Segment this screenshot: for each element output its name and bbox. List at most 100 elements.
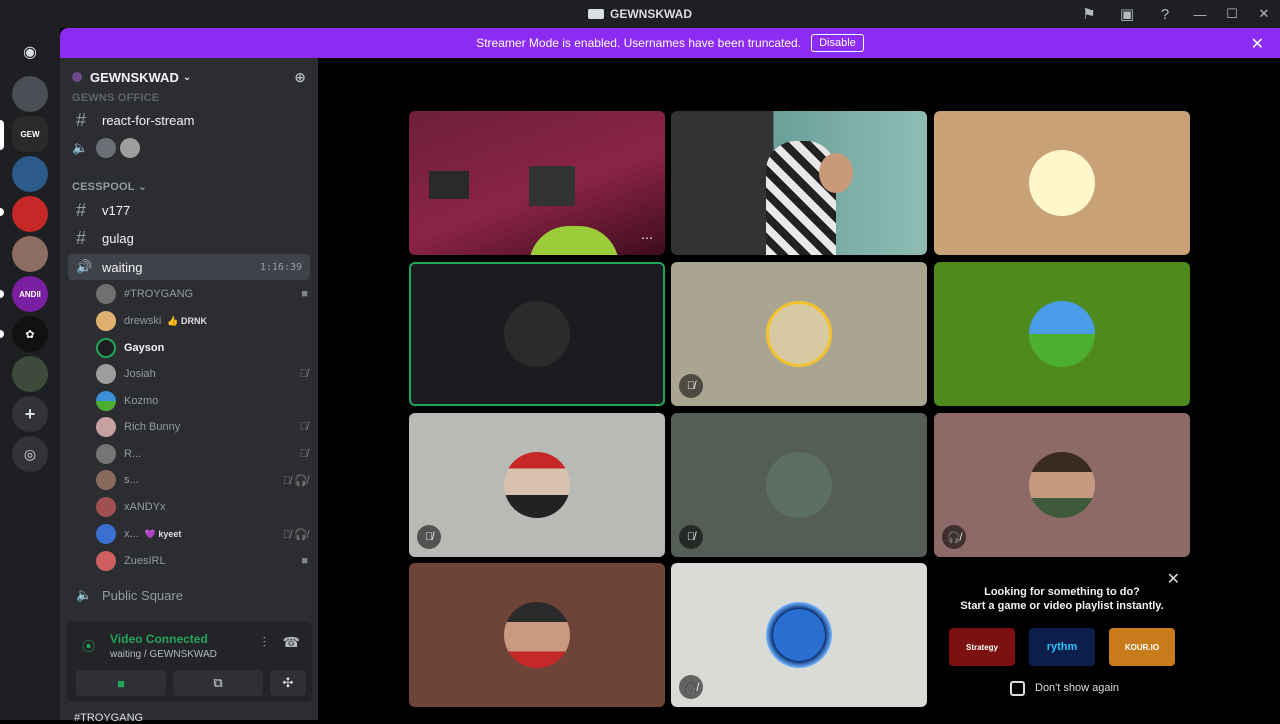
avatar <box>96 284 116 304</box>
avatar[interactable] <box>96 138 117 158</box>
category-cesspool[interactable]: CESSPOOL ⌄ <box>72 180 147 193</box>
noise-suppression-icon[interactable]: ⫶ <box>263 634 267 651</box>
server-icon-car[interactable] <box>12 76 48 112</box>
video-tile[interactable]: 🎧̸ <box>671 563 927 707</box>
server-logo-icon <box>588 9 604 19</box>
video-tile[interactable]: 🎙̸ <box>671 262 927 406</box>
server-icon-mushroom[interactable] <box>12 196 48 232</box>
mute-icon: 🎙̸ <box>299 448 308 460</box>
voice-user[interactable]: #TROYGANG ■ <box>96 282 308 306</box>
voice-user[interactable]: Kozmo <box>96 389 308 413</box>
server-icon-soldier[interactable] <box>12 356 48 392</box>
avatar <box>766 301 832 367</box>
dont-show-checkbox[interactable] <box>1010 681 1025 696</box>
channel-timer: 1:16:39 <box>259 261 302 273</box>
voice-connection-panel: ⦿ Video Connected waiting / GEWNSKWAD ⫶ … <box>66 622 312 702</box>
avatar <box>96 497 116 517</box>
close-icon[interactable]: ✕ <box>1251 34 1264 54</box>
disconnect-icon[interactable]: ☎ <box>283 634 300 651</box>
activity-kour[interactable]: KOUR.IO <box>1109 628 1175 666</box>
speaker-icon: 🔈 <box>72 140 89 155</box>
connection-location[interactable]: waiting / GEWNSKWAD <box>110 649 217 660</box>
user-tag: 👍 DRNK <box>167 315 208 326</box>
server-name: GEWNSKWAD <box>90 69 179 85</box>
server-header[interactable]: GEWNSKWAD ⌄ ⊕ <box>60 58 318 96</box>
add-server-icon[interactable]: + <box>12 396 48 432</box>
deafen-icon: 🎙̸ 🎧̸ <box>282 528 308 541</box>
react-voice-participants: 🔈 <box>72 136 284 160</box>
video-tile[interactable]: 🎙̸ <box>671 413 927 557</box>
activity-strategy[interactable]: Strategy <box>949 628 1015 666</box>
channel-waiting[interactable]: 🔊 waiting 1:16:39 <box>68 254 310 280</box>
unread-pip <box>0 208 4 216</box>
video-icon: ■ <box>301 288 308 300</box>
title-bar-controls: ⚑ ▣ ? — ☐ ✕ <box>1070 0 1280 28</box>
maximize-button[interactable]: ☐ <box>1216 0 1248 28</box>
avatar <box>504 602 570 668</box>
deafen-icon: 🎧̸ <box>679 675 703 699</box>
avatar <box>96 417 116 437</box>
member-cut: #TROYGANG <box>74 712 144 724</box>
mute-icon: 🎙̸ <box>679 525 703 549</box>
server-icon-blue[interactable] <box>12 156 48 192</box>
voice-user[interactable]: x... 💜 kyeet 🎙̸ 🎧̸ <box>96 522 308 546</box>
close-window-button[interactable]: ✕ <box>1248 0 1280 28</box>
disable-button[interactable]: Disable <box>811 34 864 52</box>
avatar <box>96 470 116 490</box>
video-tile-pikachu[interactable] <box>934 111 1190 255</box>
avatar <box>96 444 116 464</box>
voice-user[interactable]: Rich Bunny 🎙̸ <box>96 415 308 439</box>
voice-user[interactable]: xANDYx <box>96 495 308 519</box>
activities-button[interactable]: ✣ <box>270 670 306 696</box>
mute-icon: 🎙̸ <box>679 374 703 398</box>
camera-button[interactable]: ■ <box>76 670 166 696</box>
streamer-mode-banner: Streamer Mode is enabled. Usernames have… <box>60 28 1280 58</box>
server-icon-gewnskwad[interactable]: GEW <box>12 116 48 152</box>
minimize-button[interactable]: — <box>1184 0 1216 28</box>
mute-icon: 🎙̸ <box>299 421 308 433</box>
flag-icon[interactable]: ⚑ <box>1070 0 1108 28</box>
channel-public-square[interactable]: 🔈 Public Square <box>68 582 310 608</box>
video-tile-speaking[interactable] <box>409 262 665 406</box>
voice-user[interactable]: ZuesIRL ■ <box>96 549 308 573</box>
dont-show-label[interactable]: Don't show again <box>1035 682 1119 694</box>
screen-share-icon: ⧉ <box>213 675 223 690</box>
mute-icon: 🎙̸ <box>299 368 308 380</box>
server-icon-andii[interactable]: ANDII <box>12 276 48 312</box>
avatar[interactable] <box>120 138 141 158</box>
invite-icon[interactable]: ⊕ <box>294 69 306 86</box>
signal-icon: ⦿ <box>82 639 96 654</box>
server-icon-skull[interactable]: ✿ <box>12 316 48 352</box>
person-face <box>819 153 853 193</box>
activity-rythm[interactable]: rythm <box>1029 628 1095 666</box>
video-tile[interactable]: 🎙̸ <box>409 413 665 557</box>
server-icon-cat[interactable] <box>12 236 48 272</box>
category-cut[interactable]: GEWNS OFFICE <box>72 92 159 104</box>
voice-user[interactable]: drewski 👍 DRNK <box>96 309 308 333</box>
avatar <box>96 311 116 331</box>
screen-share-button[interactable]: ⧉ <box>173 670 263 696</box>
channel-gulag[interactable]: # gulag <box>68 225 310 251</box>
video-tile-camera-man[interactable] <box>671 111 927 255</box>
inbox-icon[interactable]: ▣ <box>1108 0 1146 28</box>
avatar <box>504 301 570 367</box>
voice-user[interactable]: s... 🎙̸ 🎧̸ <box>96 468 308 492</box>
video-tile[interactable] <box>934 262 1190 406</box>
help-icon[interactable]: ? <box>1146 0 1184 28</box>
deafen-icon: 🎙̸ 🎧̸ <box>282 474 308 487</box>
video-tile-camera-room[interactable]: ⋯ <box>409 111 665 255</box>
voice-user[interactable]: R... 🎙̸ <box>96 442 308 466</box>
video-tile[interactable]: 🎧̸ <box>934 413 1190 557</box>
discord-home-icon[interactable]: ◉ <box>12 34 48 70</box>
selected-server-pip <box>0 120 4 150</box>
connection-status[interactable]: Video Connected <box>110 632 208 646</box>
video-tile[interactable] <box>409 563 665 707</box>
voice-user[interactable]: Gayson <box>96 336 308 360</box>
channel-react-for-stream[interactable]: # react-for-stream <box>68 107 310 133</box>
voice-user[interactable]: Josiah 🎙̸ <box>96 362 308 386</box>
window-title: GEWNSKWAD <box>588 7 692 21</box>
channel-v177[interactable]: # v177 <box>68 197 310 223</box>
explore-icon[interactable]: ◎ <box>12 436 48 472</box>
promo-subtitle: Start a game or video playlist instantly… <box>960 600 1164 612</box>
more-options-icon[interactable]: ⋯ <box>641 231 653 245</box>
